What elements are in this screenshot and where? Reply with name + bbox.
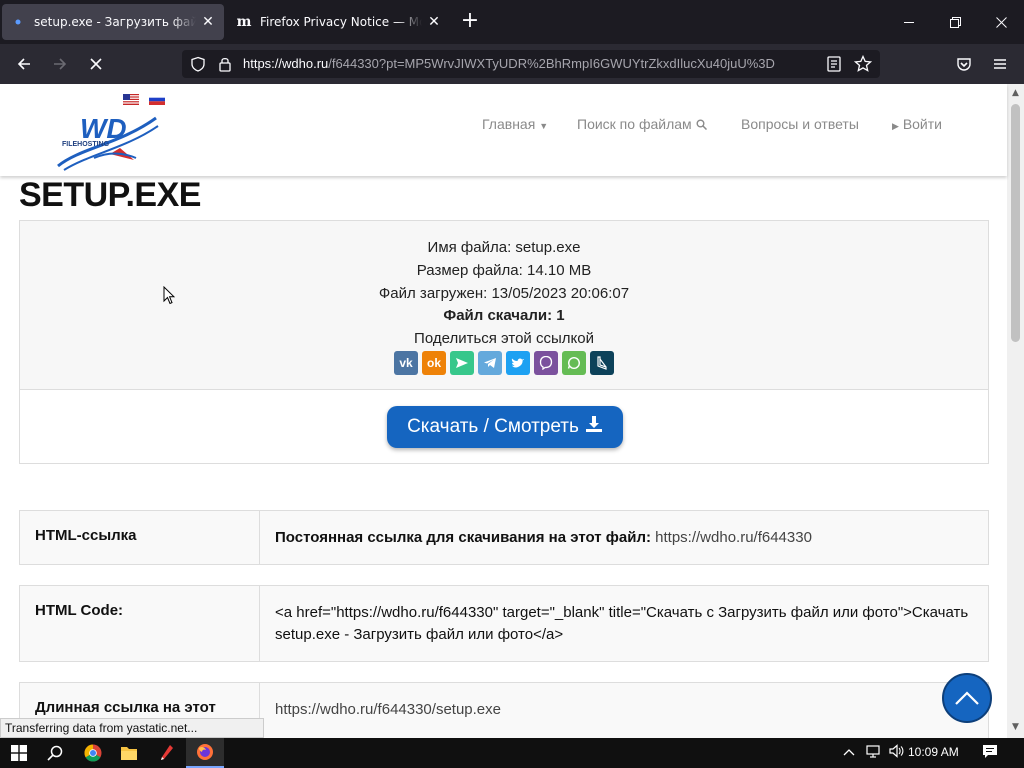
livejournal-icon[interactable] bbox=[590, 351, 614, 375]
whatsapp-icon[interactable] bbox=[562, 351, 586, 375]
mozilla-m-icon: m bbox=[236, 14, 252, 30]
file-name-line: Имя файла: setup.exe bbox=[427, 239, 581, 256]
bookmark-star-icon[interactable] bbox=[853, 54, 873, 77]
close-tab-icon[interactable]: ✕ bbox=[200, 14, 216, 30]
logo-text: WD bbox=[80, 113, 127, 144]
network-icon[interactable] bbox=[866, 744, 882, 762]
html-code-value[interactable]: <a href="https://wdho.ru/f644330" target… bbox=[260, 586, 988, 661]
download-icon bbox=[585, 415, 603, 439]
menu-search-label: Поиск по файлам bbox=[577, 116, 692, 132]
minimize-button[interactable] bbox=[886, 0, 932, 44]
close-tab-icon[interactable]: ✕ bbox=[426, 14, 442, 30]
tab-title: setup.exe - Загрузить файл или фото bbox=[34, 15, 196, 29]
page-scrollbar[interactable]: ▲ ▼ bbox=[1007, 84, 1024, 738]
browser-status-bar: Transferring data from yastatic.net... bbox=[0, 718, 264, 738]
menu-home[interactable]: Главная ▼ bbox=[482, 116, 548, 132]
html-link-value: Постоянная ссылка для скачивания на этот… bbox=[260, 511, 988, 564]
viber-icon[interactable] bbox=[534, 351, 558, 375]
notification-center-icon[interactable] bbox=[982, 744, 998, 763]
firefox-taskbar-icon[interactable] bbox=[186, 738, 224, 768]
page-title: SETUP.EXE bbox=[19, 176, 201, 214]
pocket-icon[interactable] bbox=[950, 50, 978, 78]
reader-view-icon[interactable] bbox=[827, 56, 841, 76]
menu-home-label: Главная bbox=[482, 116, 536, 132]
mouse-cursor-icon bbox=[163, 286, 175, 305]
scroll-to-top-button[interactable] bbox=[942, 673, 992, 723]
search-icon[interactable] bbox=[36, 738, 74, 768]
html-link-label: HTML-ссылка bbox=[20, 511, 260, 564]
html-link-prefix: Постоянная ссылка для скачивания на этот… bbox=[275, 529, 651, 546]
vk-icon[interactable]: vk bbox=[394, 351, 418, 375]
html-link-row: HTML-ссылка Постоянная ссылка для скачив… bbox=[19, 510, 989, 565]
lock-icon[interactable] bbox=[218, 56, 232, 76]
restore-button[interactable] bbox=[932, 0, 978, 44]
site-logo[interactable]: WD FILEHOSTING bbox=[50, 108, 166, 172]
html-link-url[interactable]: https://wdho.ru/f644330 bbox=[655, 529, 812, 546]
menu-login-label: Войти bbox=[902, 116, 942, 132]
odnoklassniki-icon[interactable]: ok bbox=[422, 351, 446, 375]
page-viewport: WD FILEHOSTING Главная ▼ Поиск по файлам… bbox=[0, 84, 1024, 738]
search-icon bbox=[696, 116, 707, 132]
download-button[interactable]: Скачать / Смотреть bbox=[387, 406, 623, 448]
scroll-down-arrow-icon[interactable]: ▼ bbox=[1010, 722, 1021, 733]
pen-app-icon[interactable] bbox=[148, 738, 186, 768]
twitter-icon[interactable] bbox=[506, 351, 530, 375]
tab-setup-exe[interactable]: setup.exe - Загрузить файл или фото ✕ bbox=[2, 4, 224, 40]
file-size-line: Размер файла: 14.10 MB bbox=[416, 262, 592, 279]
scroll-thumb[interactable] bbox=[1011, 104, 1020, 342]
volume-icon[interactable] bbox=[889, 744, 905, 762]
address-bar[interactable]: https://wdho.ru/f644330?pt=MP5WrvJIWXTyU… bbox=[182, 50, 880, 78]
menu-faq[interactable]: Вопросы и ответы bbox=[741, 116, 859, 132]
back-button[interactable] bbox=[10, 50, 38, 78]
logo-subtext: FILEHOSTING bbox=[62, 141, 110, 148]
menu-search-files[interactable]: Поиск по файлам bbox=[577, 116, 707, 132]
caret-down-icon: ▼ bbox=[539, 121, 549, 131]
stop-loading-button[interactable] bbox=[82, 50, 110, 78]
browser-nav-bar: https://wdho.ru/f644330?pt=MP5WrvJIWXTyU… bbox=[0, 44, 1024, 84]
url-host: https://wdho.ru bbox=[243, 56, 329, 71]
download-count-line: Файл скачали: 1 bbox=[443, 307, 565, 324]
file-explorer-icon[interactable] bbox=[110, 738, 148, 768]
close-window-button[interactable] bbox=[978, 0, 1024, 44]
file-info-details: Имя файла: setup.exe Размер файла: 14.10… bbox=[20, 221, 988, 390]
tab-firefox-privacy[interactable]: m Firefox Privacy Notice — Mozilla ✕ bbox=[228, 4, 450, 40]
loading-dot-icon bbox=[10, 14, 26, 30]
site-header: WD FILEHOSTING Главная ▼ Поиск по файлам… bbox=[0, 84, 1007, 176]
chevron-up-icon[interactable] bbox=[843, 744, 855, 762]
url-path: /f644330?pt=MP5WrvJIWXTyUDR%2BhRmpI6GWUY… bbox=[328, 56, 775, 71]
browser-tab-bar: setup.exe - Загрузить файл или фото ✕ m … bbox=[0, 0, 1024, 44]
html-code-row: HTML Code: <a href="https://wdho.ru/f644… bbox=[19, 585, 989, 662]
tab-title: Firefox Privacy Notice — Mozilla bbox=[260, 15, 422, 29]
forward-button[interactable] bbox=[46, 50, 74, 78]
file-info-panel: Имя файла: setup.exe Размер файла: 14.10… bbox=[19, 220, 989, 464]
url-text[interactable]: https://wdho.ru/f644330?pt=MP5WrvJIWXTyU… bbox=[243, 56, 811, 71]
windows-start-icon[interactable] bbox=[0, 738, 38, 768]
html-code-label: HTML Code: bbox=[20, 586, 260, 661]
taskbar-clock[interactable]: 10:09 AM bbox=[908, 745, 959, 759]
long-link-url[interactable]: https://wdho.ru/f644330/setup.exe bbox=[275, 701, 501, 718]
shield-icon[interactable] bbox=[190, 56, 206, 76]
menu-hamburger-icon[interactable] bbox=[986, 50, 1014, 78]
menu-login[interactable]: ▶ Войти bbox=[892, 116, 942, 132]
send-icon[interactable] bbox=[450, 351, 474, 375]
russian-flag-icon[interactable] bbox=[149, 94, 165, 105]
telegram-icon[interactable] bbox=[478, 351, 502, 375]
share-buttons: vk ok bbox=[394, 351, 614, 375]
long-link-value: https://wdho.ru/f644330/setup.exe bbox=[260, 683, 988, 738]
chevron-up-icon bbox=[955, 691, 979, 705]
caret-right-icon: ▶ bbox=[892, 121, 899, 131]
share-link-text: Поделиться этой ссылкой bbox=[414, 330, 594, 347]
windows-taskbar: 10:09 AM bbox=[0, 738, 1024, 768]
download-button-label: Скачать / Смотреть bbox=[407, 416, 579, 437]
chrome-icon[interactable] bbox=[74, 738, 112, 768]
english-flag-icon[interactable] bbox=[123, 94, 139, 105]
scroll-up-arrow-icon[interactable]: ▲ bbox=[1010, 88, 1021, 99]
new-tab-button[interactable]: + bbox=[458, 10, 482, 34]
